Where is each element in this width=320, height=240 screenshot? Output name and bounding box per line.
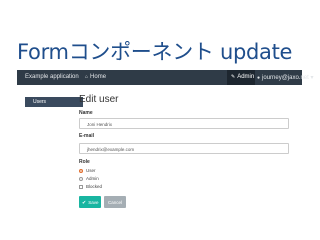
nav-user-menu[interactable]: ● journey@jaxo.net ▾ <box>257 74 314 81</box>
save-label: Save <box>88 199 99 205</box>
nav-admin-label: Admin <box>237 74 255 80</box>
role-label: Role <box>79 159 90 165</box>
role-option-blocked[interactable]: Blocked <box>79 184 102 189</box>
app-brand[interactable]: Example application <box>25 74 79 80</box>
nav-admin-link[interactable]: ✎ Admin <box>227 70 255 85</box>
role-option-label: Blocked <box>86 184 103 189</box>
check-icon: ✔ <box>82 199 87 206</box>
home-icon: ⌂ <box>85 74 89 80</box>
name-label: Name <box>79 110 93 116</box>
name-field[interactable]: Joni Hendrix <box>79 118 289 129</box>
user-icon: ● <box>257 75 261 81</box>
wrench-icon: ✎ <box>231 74 236 80</box>
email-label: E-mail <box>79 133 95 139</box>
nav-user-label: journey@jaxo.net <box>262 75 309 81</box>
radio-icon[interactable] <box>79 176 83 181</box>
app-window: Example application ⌂ Home ✎ Admin ● journe… <box>17 70 314 220</box>
slide-title: Formコンポーネント update <box>17 40 293 64</box>
nav-home-label: Home <box>90 74 107 80</box>
save-button[interactable]: ✔ Save <box>79 196 101 208</box>
role-option-label: User <box>86 168 96 173</box>
radio-selected-icon[interactable] <box>79 168 83 173</box>
sidebar-item-users[interactable]: Users <box>25 97 83 107</box>
cancel-label: Cancel <box>108 199 123 205</box>
sidebar-item-label: Users <box>33 99 47 105</box>
nav-home-link[interactable]: ⌂ Home <box>85 74 106 80</box>
cancel-button[interactable]: Cancel <box>104 196 126 208</box>
email-field[interactable]: jhendrix@example.com <box>79 143 289 154</box>
chevron-down-icon: ▾ <box>310 75 314 81</box>
checkbox-icon[interactable] <box>79 184 83 189</box>
navbar: Example application ⌂ Home ✎ Admin ● journe… <box>17 70 314 85</box>
role-option-user[interactable]: User <box>79 168 96 173</box>
page-title: Edit user <box>79 94 119 105</box>
role-option-label: Admin <box>86 176 99 181</box>
role-option-admin[interactable]: Admin <box>79 176 99 181</box>
